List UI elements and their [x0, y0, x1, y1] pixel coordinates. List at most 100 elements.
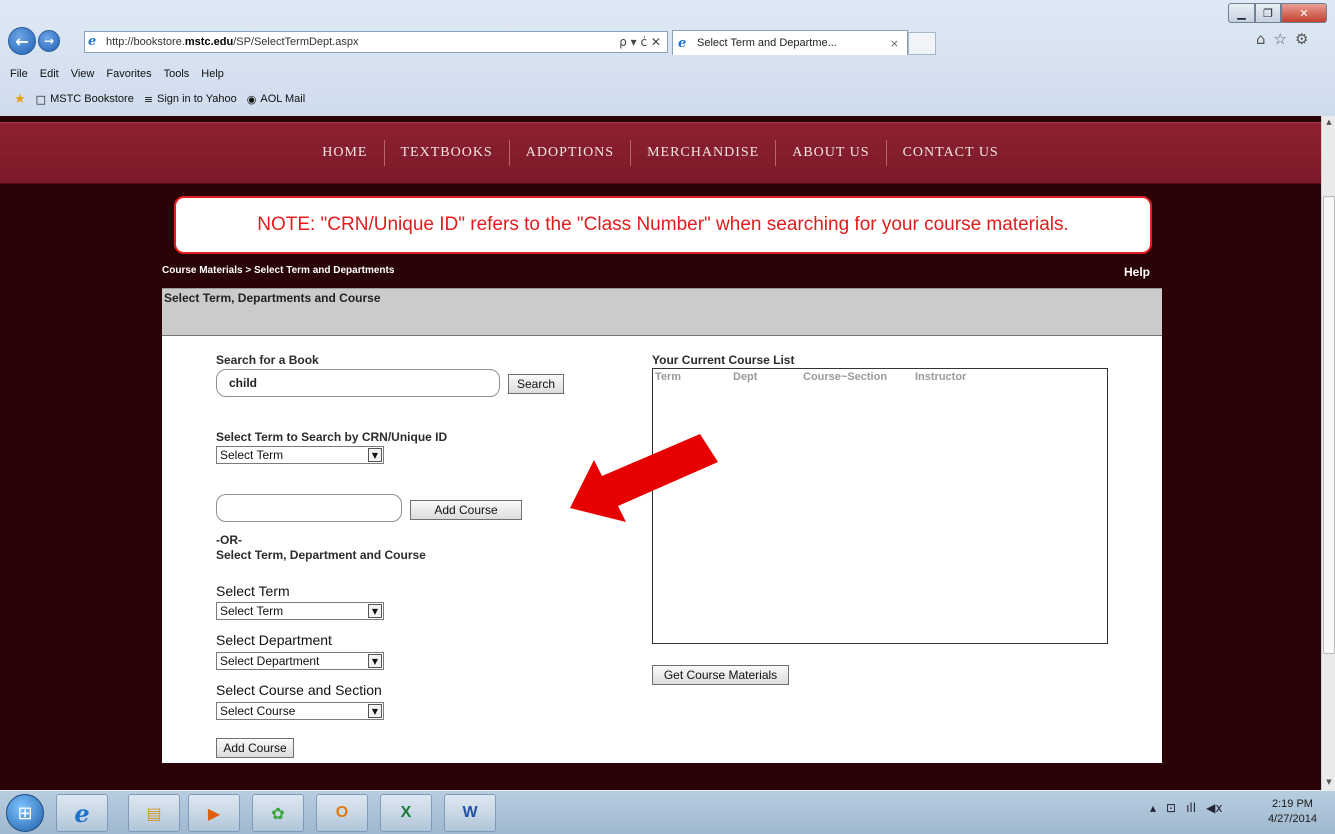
signal-icon[interactable]: ıll [1186, 801, 1196, 815]
excel-taskbar-icon[interactable]: X [380, 794, 432, 832]
page-viewport: HOME TEXTBOOKS ADOPTIONS MERCHANDISE ABO… [0, 116, 1321, 790]
chrome-icons: ⌂ ☆ ⚙ [1256, 30, 1308, 48]
tab-title: Select Term and Departme... [697, 37, 837, 49]
favorite-yahoo[interactable]: ≡ Sign in to Yahoo [144, 93, 237, 106]
tab-close-icon[interactable]: × [882, 37, 907, 50]
ie-tab-icon: e [678, 35, 687, 51]
select-value: Select Department [220, 654, 320, 668]
select-course-label: Select Course and Section [216, 682, 382, 698]
nav-home[interactable]: HOME [306, 145, 383, 161]
crn-input[interactable] [216, 494, 402, 522]
aol-icon: ◉ [246, 92, 257, 106]
clock[interactable]: 2:19 PM 4/27/2014 [1268, 797, 1317, 827]
term-dept-course-label: Select Term, Department and Course [216, 548, 426, 562]
breadcrumb[interactable]: Course Materials > Select Term and Depar… [162, 265, 394, 276]
favorite-label: AOL Mail [260, 93, 306, 105]
column-instructor: Instructor [915, 371, 967, 383]
app-taskbar-icon[interactable]: ✿ [252, 794, 304, 832]
term-select[interactable]: Select Term ▼ [216, 602, 384, 620]
url-path: /SP/SelectTermDept.aspx [233, 36, 359, 48]
nav-contact-us[interactable]: CONTACT US [887, 145, 1015, 161]
scroll-up-icon[interactable]: ▲ [1324, 118, 1334, 126]
column-dept: Dept [733, 371, 758, 383]
menu-tools[interactable]: Tools [164, 68, 190, 80]
department-select[interactable]: Select Department ▼ [216, 652, 384, 670]
chevron-down-icon: ▼ [368, 604, 382, 618]
minimize-button[interactable]: ▁ [1228, 3, 1255, 23]
panel-title: Select Term, Departments and Course [164, 291, 381, 305]
maximize-button[interactable]: ❐ [1255, 3, 1281, 23]
column-term: Term [655, 371, 682, 383]
chevron-down-icon: ▼ [368, 704, 382, 718]
title-bar: ← → e http://bookstore.mstc.edu/SP/Selec… [0, 0, 1335, 62]
page-icon: □ [35, 92, 47, 106]
start-button[interactable]: ⊞ [6, 794, 44, 832]
favorites-star-icon[interactable]: ☆ [1274, 30, 1287, 48]
window-controls: ▁ ❐ ✕ [1228, 3, 1327, 23]
back-button[interactable]: ← [8, 27, 36, 55]
system-tray: ▴ ⊡ ıll ◀ⅹ [1150, 801, 1222, 815]
course-list-box[interactable]: Term Dept Course~Section Instructor [652, 368, 1108, 644]
nav-about-us[interactable]: ABOUT US [776, 145, 885, 161]
show-hidden-icons-icon[interactable]: ▴ [1150, 801, 1156, 815]
chevron-down-icon: ▼ [368, 654, 382, 668]
ie-page-icon: e [88, 34, 97, 49]
address-bar[interactable]: e http://bookstore.mstc.edu/SP/SelectTer… [84, 31, 668, 53]
search-book-label: Search for a Book [216, 353, 319, 367]
crn-term-select[interactable]: Select Term ▼ [216, 446, 384, 464]
app-glyph: O [335, 804, 349, 821]
new-tab-button[interactable] [908, 32, 936, 55]
media-player-taskbar-icon[interactable]: ▶ [188, 794, 240, 832]
course-select[interactable]: Select Course ▼ [216, 702, 384, 720]
favorite-mstc-bookstore[interactable]: □ MSTC Bookstore [36, 93, 134, 106]
course-list-title: Your Current Course List [652, 353, 795, 367]
menu-file[interactable]: File [10, 68, 28, 80]
help-link[interactable]: Help [1124, 265, 1150, 279]
scroll-down-icon[interactable]: ▼ [1324, 778, 1334, 786]
menu-help[interactable]: Help [201, 68, 224, 80]
get-course-materials-button[interactable]: Get Course Materials [652, 665, 789, 685]
course-list-header: Term Dept Course~Section Instructor [655, 371, 966, 383]
word-taskbar-icon[interactable]: W [444, 794, 496, 832]
or-label: -OR- [216, 533, 242, 547]
favorite-aol-mail[interactable]: ◉ AOL Mail [247, 93, 305, 106]
clock-time: 2:19 PM [1271, 798, 1313, 810]
network-device-icon[interactable]: ⊡ [1166, 801, 1176, 815]
app-glyph: W [462, 804, 478, 821]
forward-button[interactable]: → [38, 30, 60, 52]
menu-favorites[interactable]: Favorites [106, 68, 151, 80]
nav-adoptions[interactable]: ADOPTIONS [510, 145, 630, 161]
menu-view[interactable]: View [71, 68, 95, 80]
app-glyph: ✿ [271, 803, 285, 823]
nav-textbooks[interactable]: TEXTBOOKS [385, 145, 509, 161]
tools-gear-icon[interactable]: ⚙ [1295, 30, 1308, 48]
tab-select-term[interactable]: e Select Term and Departme... × [672, 30, 908, 55]
vertical-scrollbar[interactable]: ▲ ▼ [1321, 116, 1335, 790]
favorites-add-icon[interactable]: ★ [14, 92, 26, 107]
add-course-button[interactable]: Add Course [216, 738, 294, 758]
url-domain: mstc.edu [184, 36, 234, 48]
select-value: Select Term [220, 448, 284, 462]
close-window-button[interactable]: ✕ [1281, 3, 1327, 23]
app-glyph: ▶ [207, 803, 221, 823]
column-course-section: Course~Section [803, 371, 888, 383]
scrollbar-thumb[interactable] [1323, 196, 1335, 654]
favorite-label: MSTC Bookstore [50, 93, 134, 105]
volume-muted-icon[interactable]: ◀ⅹ [1206, 801, 1222, 815]
address-tools[interactable]: ρ ▾ ċ ✕ [619, 35, 667, 49]
book-search-input[interactable]: child [216, 369, 500, 397]
address-url[interactable]: http://bookstore.mstc.edu/SP/SelectTermD… [106, 36, 619, 48]
home-icon[interactable]: ⌂ [1256, 30, 1266, 48]
app-glyph: ▤ [146, 803, 162, 823]
explorer-taskbar-icon[interactable]: ▤ [128, 794, 180, 832]
menu-edit[interactable]: Edit [40, 68, 59, 80]
outlook-taskbar-icon[interactable]: O [316, 794, 368, 832]
search-button[interactable]: Search [508, 374, 564, 394]
app-glyph: e [74, 798, 90, 828]
url-prefix: http://bookstore. [106, 36, 185, 48]
add-course-crn-button[interactable]: Add Course [410, 500, 522, 520]
favorites-bar: ★ □ MSTC Bookstore ≡ Sign in to Yahoo ◉ AOL… [0, 88, 1335, 110]
nav-merchandise[interactable]: MERCHANDISE [631, 145, 775, 161]
chevron-down-icon: ▼ [368, 448, 382, 462]
ie-taskbar-icon[interactable]: e [56, 794, 108, 832]
